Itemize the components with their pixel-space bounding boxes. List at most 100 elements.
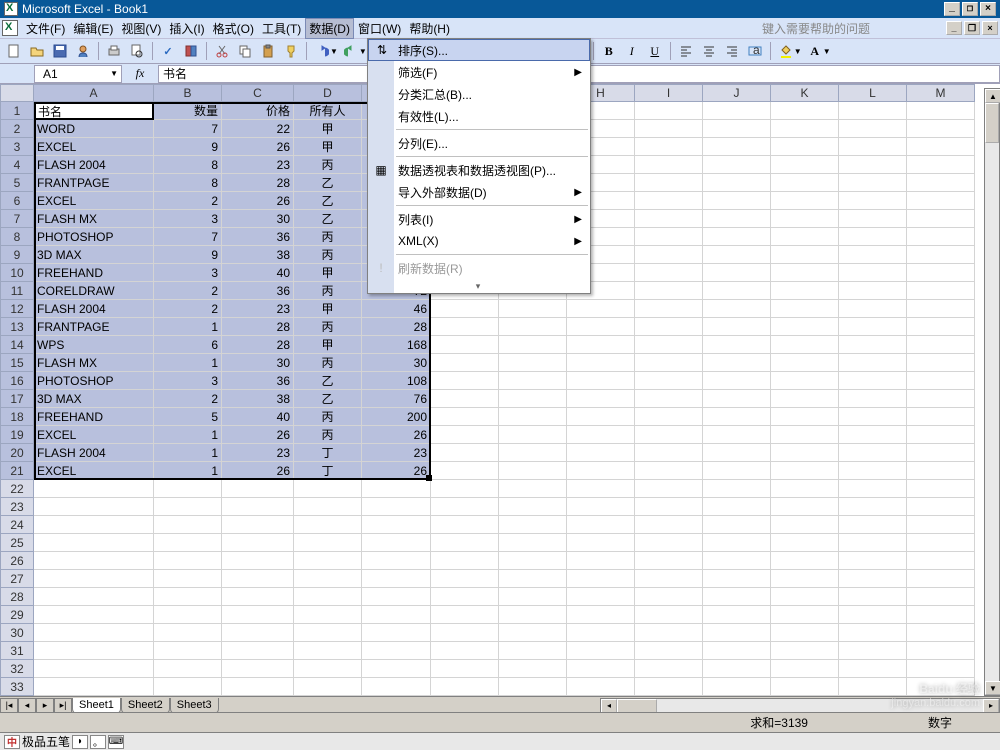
- cell[interactable]: [839, 372, 907, 390]
- cell[interactable]: [567, 624, 635, 642]
- cell[interactable]: 40: [222, 408, 294, 426]
- cell[interactable]: 8: [154, 174, 222, 192]
- cell[interactable]: [222, 534, 294, 552]
- cell[interactable]: [34, 642, 154, 660]
- cell[interactable]: [703, 336, 771, 354]
- menu-tools[interactable]: 工具(T): [258, 18, 305, 39]
- row-header[interactable]: 26: [0, 552, 34, 570]
- cell[interactable]: [839, 192, 907, 210]
- cell[interactable]: [907, 444, 975, 462]
- cell[interactable]: [499, 642, 567, 660]
- cell[interactable]: [34, 534, 154, 552]
- cell[interactable]: [907, 462, 975, 480]
- cell[interactable]: 28: [222, 174, 294, 192]
- cell[interactable]: [635, 552, 703, 570]
- cell[interactable]: [567, 462, 635, 480]
- cell[interactable]: 丙: [294, 156, 362, 174]
- cell[interactable]: [34, 588, 154, 606]
- menu-insert[interactable]: 插入(I): [165, 18, 208, 39]
- cell[interactable]: [907, 174, 975, 192]
- row-header[interactable]: 28: [0, 588, 34, 606]
- cell[interactable]: FREEHAND: [34, 264, 154, 282]
- cell[interactable]: FLASH 2004: [34, 444, 154, 462]
- cell[interactable]: [771, 642, 839, 660]
- cell[interactable]: [567, 372, 635, 390]
- cell[interactable]: WORD: [34, 120, 154, 138]
- redo-button[interactable]: [341, 41, 361, 61]
- cell[interactable]: [703, 516, 771, 534]
- cell[interactable]: [771, 210, 839, 228]
- cell[interactable]: [907, 606, 975, 624]
- cell[interactable]: [567, 444, 635, 462]
- cell[interactable]: [771, 174, 839, 192]
- row-header[interactable]: 21: [0, 462, 34, 480]
- cell[interactable]: [431, 678, 499, 696]
- cell[interactable]: [839, 300, 907, 318]
- cell[interactable]: [907, 408, 975, 426]
- cell[interactable]: [771, 390, 839, 408]
- minimize-button[interactable]: _: [944, 2, 960, 16]
- cell[interactable]: 26: [222, 426, 294, 444]
- cell[interactable]: [154, 660, 222, 678]
- save-button[interactable]: [50, 41, 70, 61]
- cell[interactable]: 3D MAX: [34, 390, 154, 408]
- cell[interactable]: [635, 210, 703, 228]
- cell[interactable]: 丙: [294, 354, 362, 372]
- cell[interactable]: [703, 390, 771, 408]
- cell[interactable]: [431, 480, 499, 498]
- cell[interactable]: EXCEL: [34, 138, 154, 156]
- row-header[interactable]: 6: [0, 192, 34, 210]
- cell[interactable]: [34, 570, 154, 588]
- cell[interactable]: [34, 552, 154, 570]
- menu-edit[interactable]: 编辑(E): [69, 18, 117, 39]
- cell[interactable]: [635, 426, 703, 444]
- cell[interactable]: [839, 588, 907, 606]
- cell[interactable]: [431, 534, 499, 552]
- cell[interactable]: [635, 336, 703, 354]
- cell[interactable]: [362, 534, 431, 552]
- italic-button[interactable]: I: [622, 41, 642, 61]
- cell[interactable]: [222, 606, 294, 624]
- scroll-down-button[interactable]: ▼: [985, 681, 1000, 695]
- cell[interactable]: [635, 264, 703, 282]
- cell[interactable]: [839, 210, 907, 228]
- cell[interactable]: [499, 300, 567, 318]
- menu-import-data[interactable]: 导入外部数据(D)▶: [368, 181, 590, 203]
- menu-format[interactable]: 格式(O): [209, 18, 258, 39]
- cell[interactable]: [703, 318, 771, 336]
- cell[interactable]: [431, 642, 499, 660]
- cell[interactable]: [771, 282, 839, 300]
- cell[interactable]: [839, 138, 907, 156]
- cell[interactable]: [907, 372, 975, 390]
- cell[interactable]: [771, 246, 839, 264]
- cell[interactable]: [839, 336, 907, 354]
- cell[interactable]: [222, 678, 294, 696]
- menu-file[interactable]: 文件(F): [22, 18, 69, 39]
- cell[interactable]: [431, 624, 499, 642]
- cell[interactable]: [567, 336, 635, 354]
- cell[interactable]: [771, 624, 839, 642]
- maximize-button[interactable]: ❐: [962, 2, 978, 16]
- vertical-scrollbar[interactable]: ▲ ▼: [984, 88, 1000, 696]
- row-header[interactable]: 4: [0, 156, 34, 174]
- cell[interactable]: [703, 534, 771, 552]
- cell[interactable]: PHOTOSHOP: [34, 228, 154, 246]
- row-header[interactable]: 9: [0, 246, 34, 264]
- cell[interactable]: 23: [222, 444, 294, 462]
- cell[interactable]: [635, 300, 703, 318]
- cell[interactable]: [839, 642, 907, 660]
- cell[interactable]: [499, 390, 567, 408]
- cell[interactable]: [567, 408, 635, 426]
- cell[interactable]: [907, 336, 975, 354]
- cell[interactable]: [499, 570, 567, 588]
- cell[interactable]: 乙: [294, 192, 362, 210]
- excel-doc-icon[interactable]: [2, 20, 18, 36]
- doc-close-button[interactable]: ×: [982, 21, 998, 35]
- cell[interactable]: [294, 480, 362, 498]
- cell[interactable]: [499, 462, 567, 480]
- cell[interactable]: 丁: [294, 444, 362, 462]
- cell[interactable]: [567, 678, 635, 696]
- cell[interactable]: [703, 210, 771, 228]
- col-header-K[interactable]: K: [771, 84, 839, 102]
- cell[interactable]: PHOTOSHOP: [34, 372, 154, 390]
